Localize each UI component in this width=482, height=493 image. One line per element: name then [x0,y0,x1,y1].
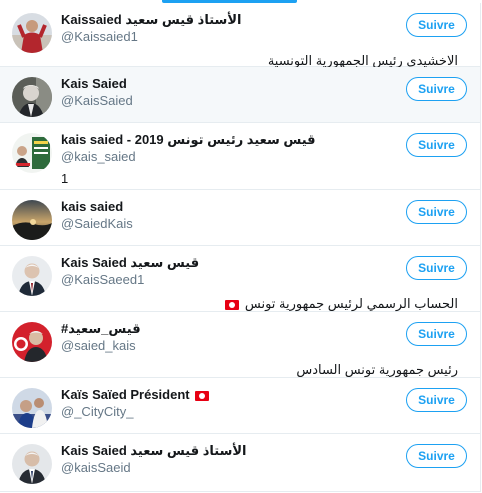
user-row[interactable]: Kaissaied الأستاذ قيس سعيد @Kaissaied1 ا… [0,3,480,68]
follow-button[interactable]: Suivre [406,256,467,280]
user-bio-text: الحساب الرسمي لرئيس جمهورية تونس [244,296,458,311]
user-row[interactable]: Kais Saied @KaisSaied Suivre [0,67,480,123]
avatar[interactable] [12,444,52,484]
user-row[interactable]: Kais Saied قيس سعيد @KaisSaeed1 الحساب ا… [0,246,480,312]
avatar[interactable] [12,133,52,173]
user-bio: رئيس جمهورية تونس السادس [296,362,458,377]
user-bio: الحساب الرسمي لرئيس جمهورية تونس [61,295,458,312]
user-display-name[interactable]: Kaïs Saïed Président [61,387,190,402]
user-row[interactable]: kais saied @SaiedKais Suivre [0,190,480,246]
avatar[interactable] [12,13,52,53]
avatar[interactable] [12,388,52,428]
user-row[interactable]: kais saied - 2019 قيس سعيد رئيس تونس @ka… [0,123,480,190]
user-row[interactable]: Kaïs Saïed Président @_CityCity_ Suivre [0,378,480,434]
tunisia-flag-icon [195,390,210,401]
follow-button[interactable]: Suivre [406,133,467,157]
user-bio: 1 [61,171,69,186]
follow-button[interactable]: Suivre [406,77,467,101]
user-row[interactable]: #قيس_سعيد @saied_kais رئيس جمهورية تونس … [0,312,480,378]
avatar[interactable] [12,77,52,117]
avatar[interactable] [12,200,52,240]
follow-button[interactable]: Suivre [406,444,467,468]
user-list: Kaissaied الأستاذ قيس سعيد @Kaissaied1 ا… [0,3,481,492]
follow-button[interactable]: Suivre [406,322,467,346]
tunisia-flag-icon [225,299,240,310]
follow-button[interactable]: Suivre [406,13,467,37]
follow-button[interactable]: Suivre [406,200,467,224]
user-row[interactable]: Kais Saied الأستاذ قيس سعيد @kaisSaeid S… [0,434,480,492]
avatar[interactable] [12,256,52,296]
avatar[interactable] [12,322,52,362]
follow-button[interactable]: Suivre [406,388,467,412]
